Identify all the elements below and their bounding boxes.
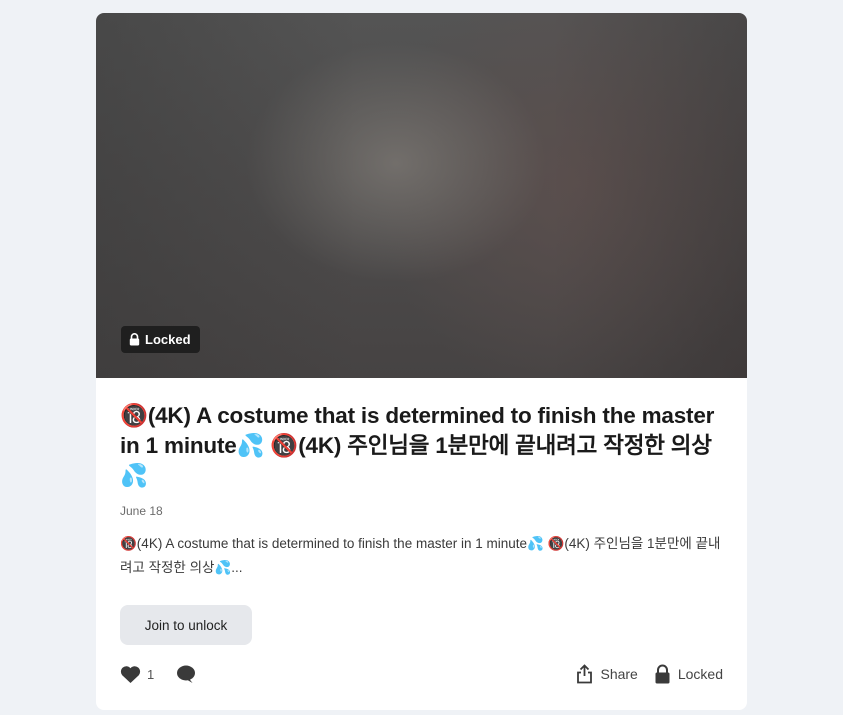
share-icon	[576, 664, 593, 684]
blurred-preview-image[interactable]: Locked	[96, 13, 747, 378]
like-button[interactable]: 1	[120, 665, 154, 684]
comment-icon[interactable]	[176, 664, 196, 684]
locked-status-label: Locked	[677, 666, 723, 682]
preview-overlay	[96, 13, 747, 378]
lock-icon	[654, 664, 671, 684]
like-count: 1	[147, 666, 155, 682]
join-to-unlock-button[interactable]: Join to unlock	[120, 605, 252, 645]
post-card: Locked 🔞(4K) A costume that is determine…	[96, 13, 747, 710]
locked-badge-label: Locked	[145, 332, 191, 347]
post-content: 🔞(4K) A costume that is determined to fi…	[120, 401, 723, 580]
locked-badge: Locked	[121, 326, 200, 353]
post-excerpt: 🔞(4K) A costume that is determined to fi…	[120, 536, 721, 575]
post-actions-right: Share Locked	[576, 664, 723, 684]
locked-status: Locked	[654, 664, 723, 684]
lock-icon	[129, 333, 140, 346]
post-footer: 1 Share Locked	[120, 663, 723, 685]
share-button[interactable]: Share	[576, 664, 638, 684]
heart-icon	[120, 665, 141, 684]
share-label: Share	[600, 666, 638, 682]
post-actions-left: 1	[120, 664, 196, 684]
post-date: June 18	[120, 504, 163, 518]
post-title[interactable]: 🔞(4K) A costume that is determined to fi…	[120, 401, 723, 491]
